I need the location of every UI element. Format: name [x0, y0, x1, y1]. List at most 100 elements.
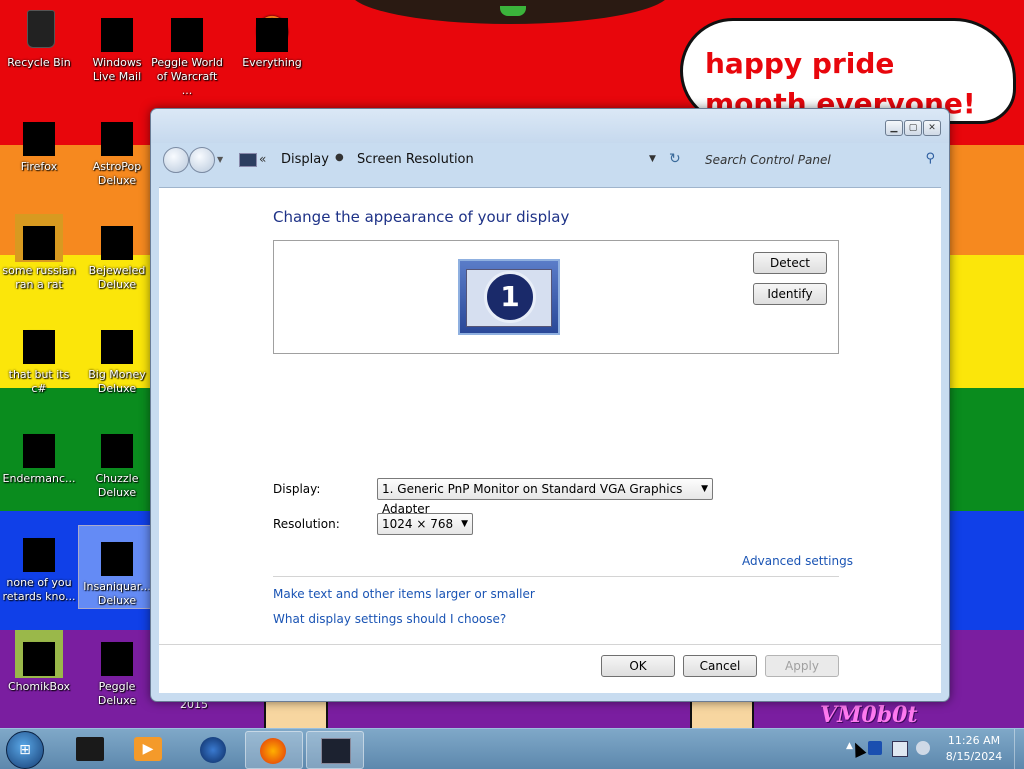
desktop-icon-label: that but its c# [8, 368, 70, 395]
display-settings-icon [321, 738, 351, 764]
desktop-icon-astropop[interactable]: AstroPop Deluxe [79, 106, 155, 188]
bejeweled-icon: ◆ [93, 214, 141, 262]
search-placeholder: Search Control Panel [705, 153, 831, 167]
identify-button[interactable]: Identify [753, 283, 827, 305]
start-button[interactable]: ⊞ [6, 731, 44, 769]
close-button[interactable]: ✕ [923, 120, 941, 136]
search-input[interactable]: Search Control Panel ⚲ [695, 149, 939, 171]
desktop-icon-label: none of you retards kno... [2, 576, 76, 603]
main-content: Change the appearance of your display 1 … [159, 187, 941, 693]
desktop-icon-insaniquarium[interactable]: ● Insaniquar... Deluxe [78, 525, 156, 609]
firefox-icon: ● [15, 110, 63, 158]
display-label: Display: [273, 482, 321, 496]
taskbar-media-player[interactable]: ▶ [120, 731, 176, 767]
show-desktop-button[interactable] [1014, 729, 1024, 769]
text-size-link[interactable]: Make text and other items larger or smal… [273, 587, 535, 601]
address-dropdown-icon[interactable]: ▼ [649, 154, 656, 164]
display-help-link[interactable]: What display settings should I choose? [273, 612, 506, 626]
insaniquarium-icon: ● [93, 530, 141, 578]
desktop-icon-endermanch[interactable]: ▤ Endermanc... [1, 418, 77, 486]
desktop-icon-everything[interactable]: ◯ Everything [234, 2, 310, 70]
clock-time: 11:26 AM [947, 734, 1001, 747]
breadcrumb-separator-icon[interactable]: ● [335, 152, 344, 163]
taskbar-display-settings[interactable] [306, 731, 364, 769]
app-icon: ● [15, 526, 63, 574]
tray-volume-icon[interactable] [916, 741, 930, 755]
chomikbox-icon: ▦ [15, 630, 63, 678]
media-player-icon: ▶ [134, 737, 162, 761]
display-select-value: 1. Generic PnP Monitor on Standard VGA G… [382, 482, 683, 516]
refresh-icon[interactable]: ↻ [669, 151, 681, 167]
desktop-icon-none-of-you[interactable]: ● none of you retards kno... [1, 522, 77, 604]
system-clock[interactable]: 11:26 AM 8/15/2024 [938, 733, 1010, 765]
clock-date: 8/15/2024 [945, 750, 1003, 763]
explorer-icon [76, 737, 104, 761]
mail-icon [93, 6, 141, 54]
recent-pages-chevron-icon[interactable]: ▼ [217, 155, 223, 164]
breadcrumb-screen-resolution[interactable]: Screen Resolution [357, 151, 474, 169]
desktop-icon-label: Recycle Bin [7, 56, 71, 69]
breadcrumb-display[interactable]: Display [281, 151, 329, 169]
desktop-icon-label: Endermanc... [2, 472, 76, 485]
desktop-icon-recycle-bin[interactable]: Recycle Bin [1, 2, 77, 70]
resolution-select[interactable]: 1024 × 768 ▼ [377, 513, 473, 535]
tray-action-center-icon[interactable] [868, 741, 882, 755]
desktop-icon-label: Peggle Deluxe [97, 680, 137, 707]
breadcrumb-overflow-icon[interactable]: « [259, 152, 266, 166]
peggle-icon: ● [163, 6, 211, 54]
tray-network-icon[interactable] [892, 741, 908, 757]
peggle-icon: ● [93, 630, 141, 678]
resolution-label: Resolution: [273, 517, 340, 531]
desktop-icon-label: Peggle World of Warcraft ... [151, 56, 223, 97]
taskbar-firefox[interactable] [245, 731, 303, 769]
desktop-icon-peggle-deluxe[interactable]: ● Peggle Deluxe [79, 626, 155, 708]
desktop-icon-firefox[interactable]: ● Firefox [1, 106, 77, 174]
desktop-icon-bejeweled[interactable]: ◆ Bejeweled Deluxe [79, 210, 155, 292]
desktop-icon-label: Chuzzle Deluxe [95, 472, 139, 499]
desktop-icon-chuzzle[interactable]: ● Chuzzle Deluxe [79, 418, 155, 500]
desktop-icon-label: ChomikBox [8, 680, 70, 693]
desktop-icon-label: AstroPop Deluxe [92, 160, 142, 187]
cancel-button[interactable]: Cancel [683, 655, 757, 677]
address-bar: ▼ « Display ● Screen Resolution ▼ ↻ Sear… [159, 143, 939, 177]
taskbar-explorer[interactable] [62, 731, 118, 767]
desktop-icon-chomikbox[interactable]: ▦ ChomikBox [1, 626, 77, 694]
monitor-1-icon[interactable]: 1 [458, 259, 560, 335]
cartoon-eyes [500, 6, 526, 16]
app-icon: ▤ [15, 422, 63, 470]
apply-button[interactable]: Apply [765, 655, 839, 677]
display-select[interactable]: 1. Generic PnP Monitor on Standard VGA G… [377, 478, 713, 516]
window-title-bar[interactable] [151, 109, 949, 143]
taskbar: ⊞ ▶ ▲ 11:26 AM 8/15/2024 [0, 728, 1024, 769]
desktop-icon-label: Firefox [20, 160, 58, 173]
desktop-icon-russian-rat[interactable]: e some russian ran a rat [1, 210, 77, 292]
back-button[interactable] [163, 147, 189, 173]
desktop-icon-that-but-csharp[interactable]: ▣ that but its c# [1, 314, 77, 396]
firefox-icon [260, 738, 286, 764]
taskbar-globe[interactable] [186, 731, 242, 767]
minimize-button[interactable]: ▁ [885, 120, 903, 136]
page-title: Change the appearance of your display [273, 208, 570, 226]
chuzzle-icon: ● [93, 422, 141, 470]
everything-icon: ◯ [248, 6, 296, 54]
desktop-icon-windows-live-mail[interactable]: Windows Live Mail [79, 2, 155, 84]
app-icon: ▣ [15, 318, 63, 366]
desktop-icon-big-money[interactable]: Big Money Deluxe [79, 314, 155, 396]
desktop-icon-label: Windows Live Mail [92, 56, 142, 83]
astropop-icon [93, 110, 141, 158]
footer-divider [159, 644, 941, 645]
screen-resolution-window: ▁ ▢ ✕ ▼ « Display ● Screen Resolution ▼ … [150, 108, 950, 702]
forward-button[interactable] [189, 147, 215, 173]
recycle-bin-icon [15, 6, 63, 54]
desktop-icon-peggle-wow[interactable]: ● Peggle World of Warcraft ... [149, 2, 225, 98]
search-icon[interactable]: ⚲ [925, 151, 935, 166]
app-icon: e [15, 214, 63, 262]
resolution-select-value: 1024 × 768 [382, 517, 454, 531]
desktop-icon-label: Bejeweled Deluxe [88, 264, 146, 291]
desktop-icon-label: some russian ran a rat [2, 264, 76, 291]
detect-button[interactable]: Detect [753, 252, 827, 274]
chevron-down-icon: ▼ [461, 519, 468, 529]
maximize-button[interactable]: ▢ [904, 120, 922, 136]
advanced-settings-link[interactable]: Advanced settings [742, 554, 853, 568]
ok-button[interactable]: OK [601, 655, 675, 677]
